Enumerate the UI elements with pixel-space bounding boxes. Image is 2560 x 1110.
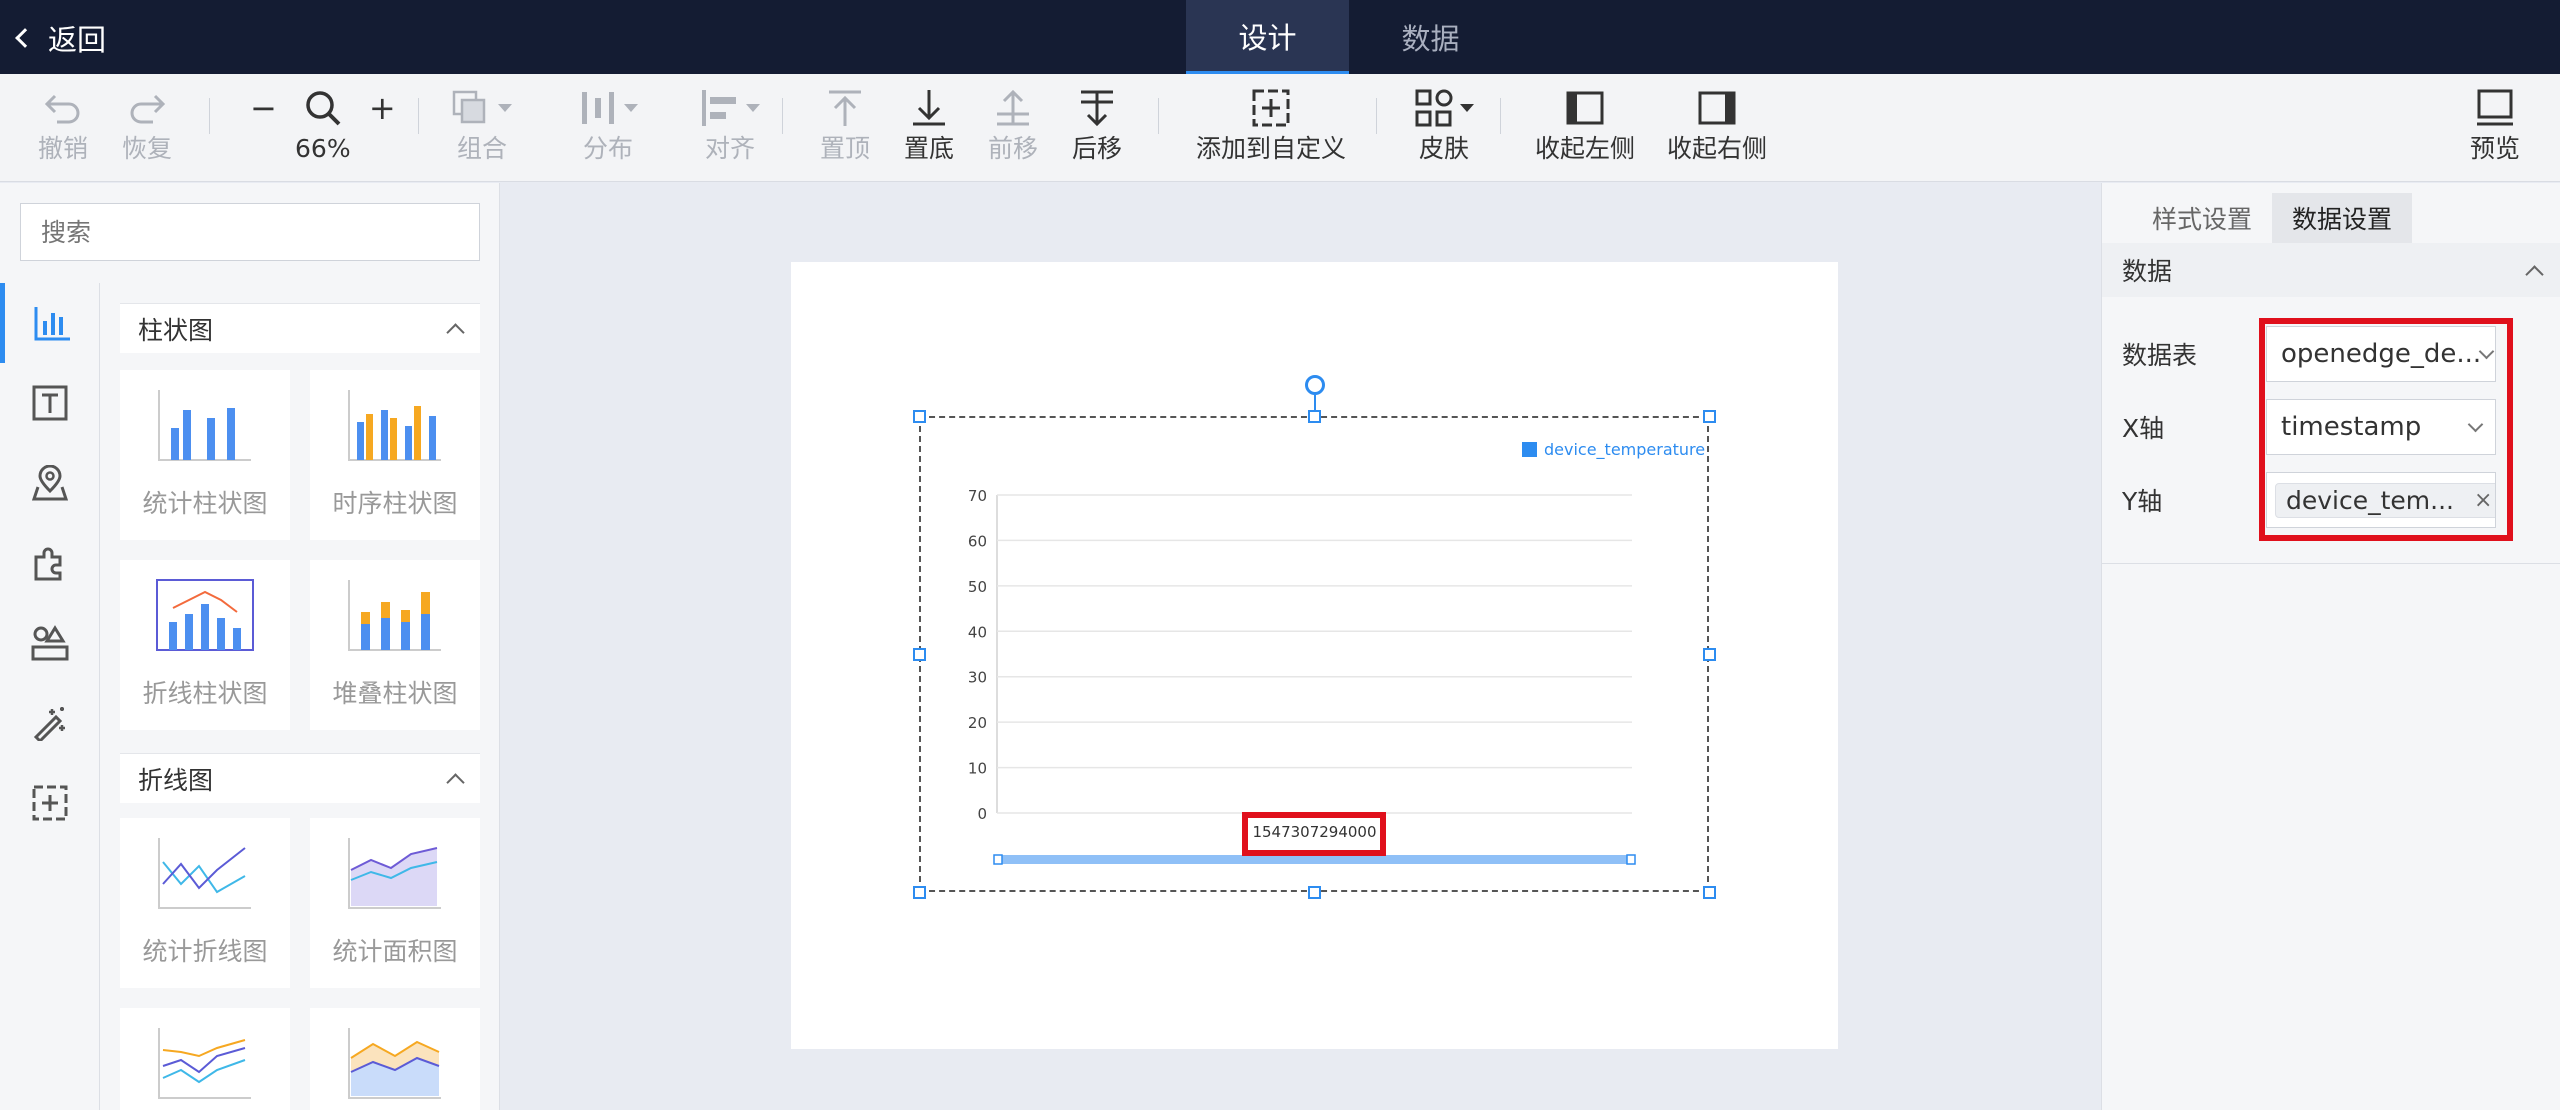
tab-data-settings[interactable]: 数据设置	[2272, 193, 2413, 243]
group-icon	[452, 90, 486, 124]
collapse-left-icon	[1566, 91, 1604, 125]
rail-item-custom[interactable]	[0, 763, 100, 843]
zoom-out-button[interactable]: −	[250, 89, 277, 127]
resize-handle[interactable]	[1308, 886, 1321, 899]
tab-data[interactable]: 数据	[1349, 0, 1512, 74]
distribute-button[interactable]: 分布	[578, 86, 638, 164]
component-card[interactable]	[310, 1008, 480, 1110]
resize-handle[interactable]	[1308, 410, 1321, 423]
send-to-bottom-icon	[913, 90, 945, 126]
distribute-icon	[582, 92, 614, 124]
component-card[interactable]: 统计折线图	[120, 818, 290, 988]
settings-tabs: 样式设置 数据设置	[2102, 183, 2560, 243]
resize-handle[interactable]	[913, 648, 926, 661]
toolbar: 撤销 恢复 − + 66% 组合 分布 对齐 置顶 置底 前移 后移 添加到自定…	[0, 74, 2560, 182]
collapse-right-button[interactable]: 收起右侧	[1667, 86, 1767, 164]
resize-handle[interactable]	[913, 410, 926, 423]
section-bar-charts[interactable]: 柱状图	[120, 303, 480, 353]
category-rail	[0, 283, 100, 1110]
top-bar: 返回 设计 数据	[0, 0, 2560, 74]
add-to-custom-button[interactable]: 添加到自定义	[1196, 86, 1346, 164]
resize-handle[interactable]	[1703, 410, 1716, 423]
add-custom-icon	[1252, 89, 1290, 127]
zoom-control: − + 66%	[250, 86, 396, 164]
magic-wand-icon	[33, 707, 65, 741]
zoom-level: 66%	[295, 134, 351, 163]
component-panel: 柱状图 统计柱状图 时序柱状图 折线柱状图 堆叠柱状图 折线图 统计折线图 统计…	[0, 183, 500, 1110]
section-line-charts[interactable]: 折线图	[120, 753, 480, 803]
resize-handle[interactable]	[913, 886, 926, 899]
align-button[interactable]: 对齐	[700, 86, 760, 164]
stacked-area-chart-thumb-icon	[348, 1028, 441, 1099]
undo-button[interactable]: 撤销	[38, 86, 88, 164]
data-section-header[interactable]: 数据	[2102, 243, 2560, 297]
collapse-left-button[interactable]: 收起左侧	[1535, 86, 1635, 164]
highlight-box-x-label	[1242, 812, 1386, 856]
redo-button[interactable]: 恢复	[122, 86, 172, 164]
back-button[interactable]: 返回	[15, 18, 107, 58]
group-button[interactable]: 组合	[452, 86, 512, 164]
rotate-handle[interactable]	[1305, 375, 1325, 395]
component-card[interactable]: 统计面积图	[310, 818, 480, 988]
zoom-icon	[306, 91, 341, 126]
back-label: 返回	[48, 23, 107, 57]
custom-add-icon	[32, 785, 68, 821]
resize-handle[interactable]	[1703, 886, 1716, 899]
search-input[interactable]	[20, 203, 480, 261]
chevron-up-icon	[446, 323, 465, 342]
line-bar-chart-thumb-icon	[156, 579, 254, 651]
component-card[interactable]: 统计柱状图	[120, 370, 290, 540]
send-backward-button[interactable]: 后移	[1072, 86, 1122, 164]
send-backward-icon	[1081, 90, 1113, 127]
preview-icon	[2477, 89, 2513, 126]
chevron-left-icon	[15, 28, 35, 48]
component-card[interactable]: 折线柱状图	[120, 560, 290, 730]
mode-tabs: 设计 数据	[1186, 0, 1512, 74]
collapse-right-icon	[1698, 91, 1736, 125]
multi-line-chart-thumb-icon	[158, 1028, 251, 1099]
rail-item-plugin[interactable]	[0, 523, 100, 603]
rotate-handle-stem	[1314, 395, 1316, 411]
zoom-in-button[interactable]: +	[369, 89, 396, 127]
skin-icon	[1415, 89, 1453, 127]
redo-icon	[127, 86, 167, 130]
tab-style-settings[interactable]: 样式设置	[2132, 193, 2272, 243]
resize-handle[interactable]	[1703, 648, 1716, 661]
component-card[interactable]	[120, 1008, 290, 1110]
rail-item-text[interactable]	[0, 363, 100, 443]
shapes-icon	[31, 625, 69, 661]
skin-button[interactable]: 皮肤	[1414, 86, 1474, 164]
map-pin-icon	[32, 465, 68, 501]
bring-forward-button[interactable]: 前移	[988, 86, 1038, 164]
area-chart-thumb-icon	[348, 838, 441, 909]
rail-item-magic[interactable]	[0, 683, 100, 763]
component-card[interactable]: 时序柱状图	[310, 370, 480, 540]
bring-to-top-button[interactable]: 置顶	[820, 86, 870, 164]
bar-chart-icon	[34, 307, 70, 341]
text-icon	[32, 385, 68, 421]
puzzle-icon	[34, 547, 62, 581]
time-bar-chart-thumb-icon	[348, 390, 441, 461]
highlight-box-data-fields	[2259, 318, 2513, 541]
rail-item-map[interactable]	[0, 443, 100, 523]
line-chart-thumb-icon	[158, 838, 251, 909]
bring-forward-icon	[997, 89, 1029, 126]
preview-button[interactable]: 预览	[2470, 86, 2520, 164]
chevron-up-icon	[2525, 264, 2544, 284]
undo-icon	[43, 86, 83, 130]
chevron-up-icon	[446, 773, 465, 792]
component-card[interactable]: 堆叠柱状图	[310, 560, 480, 730]
tab-design[interactable]: 设计	[1186, 0, 1349, 74]
align-left-icon	[702, 90, 736, 126]
bar-chart-thumb-icon	[158, 390, 251, 461]
bring-to-top-icon	[829, 90, 861, 126]
rail-item-shapes[interactable]	[0, 603, 100, 683]
stacked-bar-chart-thumb-icon	[348, 580, 441, 651]
send-to-bottom-button[interactable]: 置底	[904, 86, 954, 164]
rail-item-chart[interactable]	[0, 283, 100, 363]
